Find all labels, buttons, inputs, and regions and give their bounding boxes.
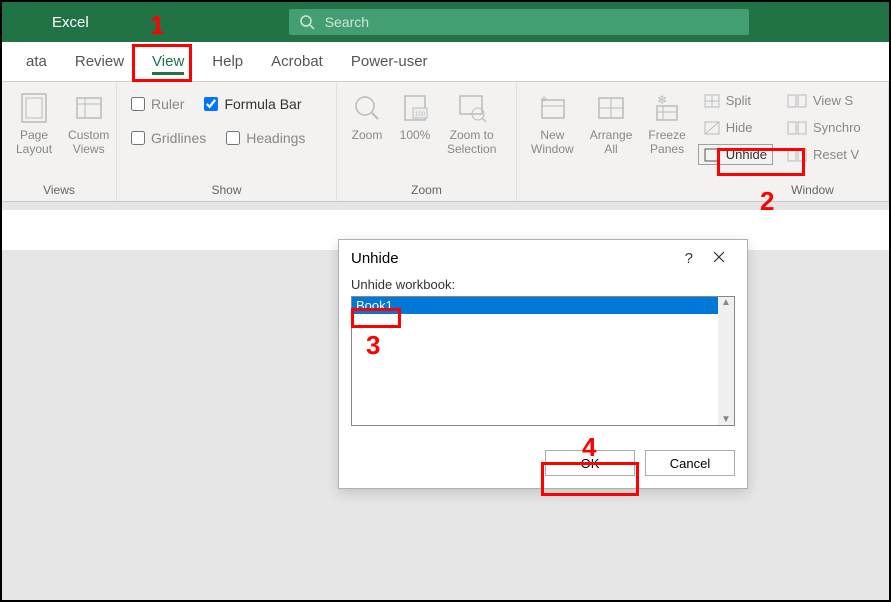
title-bar: Excel Search: [2, 2, 889, 42]
reset-button[interactable]: Reset V: [781, 144, 867, 165]
tab-acrobat[interactable]: Acrobat: [257, 42, 337, 81]
view-side-button[interactable]: View S: [781, 90, 867, 111]
formula-bar-label: Formula Bar: [224, 96, 301, 112]
arrange-all-icon: [595, 90, 627, 126]
zoom-button[interactable]: Zoom: [345, 86, 389, 146]
search-placeholder: Search: [325, 14, 369, 30]
reset-icon: [787, 148, 807, 162]
new-window-label: New Window: [531, 128, 574, 157]
workbook-listbox[interactable]: Book1 ▲ ▼: [351, 296, 735, 426]
freeze-panes-button[interactable]: ❄ Freeze Panes: [642, 86, 691, 161]
headings-label: Headings: [246, 130, 305, 146]
zoom-selection-icon: [456, 90, 488, 126]
hide-icon: [704, 121, 720, 135]
ruler-check-input[interactable]: [131, 97, 145, 111]
dialog-title: Unhide: [351, 250, 675, 267]
unhide-dialog: Unhide ? Unhide workbook: Book1 ▲ ▼ OK C…: [338, 239, 748, 489]
freeze-panes-label: Freeze Panes: [648, 128, 685, 157]
search-box[interactable]: Search: [289, 9, 749, 35]
listbox-scrollbar[interactable]: ▲ ▼: [718, 297, 734, 425]
cancel-button[interactable]: Cancel: [645, 450, 735, 476]
page-layout-label: Page Layout: [16, 128, 52, 157]
ruler-label: Ruler: [151, 96, 184, 112]
group-views-label: Views: [10, 183, 108, 201]
dialog-help-button[interactable]: ?: [675, 250, 703, 267]
unhide-workbook-label: Unhide workbook:: [351, 277, 735, 292]
group-window: New Window Arrange All ❄ Freeze Panes Sp…: [517, 82, 889, 201]
zoom-label: Zoom: [352, 128, 383, 142]
synchro-icon: [787, 121, 807, 135]
freeze-panes-icon: ❄: [651, 90, 683, 126]
hide-label: Hide: [726, 120, 753, 135]
custom-views-icon: [73, 90, 105, 126]
group-show-label: Show: [125, 183, 328, 201]
tab-poweruser[interactable]: Power-user: [337, 42, 442, 81]
view-side-label: View S: [813, 93, 853, 108]
ruler-checkbox[interactable]: Ruler: [125, 92, 190, 116]
group-show: Ruler Formula Bar Gridlines Headings Sho…: [117, 82, 337, 201]
custom-views-button[interactable]: Custom Views: [62, 86, 115, 161]
new-window-icon: [536, 90, 568, 126]
headings-check-input[interactable]: [226, 131, 240, 145]
formula-bar-check-input[interactable]: [204, 97, 218, 111]
custom-views-label: Custom Views: [68, 128, 109, 157]
svg-text:❄: ❄: [657, 93, 667, 107]
zoom-selection-button[interactable]: Zoom to Selection: [441, 86, 502, 161]
scroll-down-icon[interactable]: ▼: [721, 414, 731, 425]
group-zoom: Zoom 100 100% Zoom to Selection Zoom: [337, 82, 517, 201]
ribbon-tabs: ata Review View Help Acrobat Power-user: [2, 42, 889, 82]
hide-button[interactable]: Hide: [698, 117, 773, 138]
zoom-icon: [351, 90, 383, 126]
headings-checkbox[interactable]: Headings: [220, 126, 311, 150]
page-layout-button[interactable]: Page Layout: [10, 86, 58, 161]
tab-data[interactable]: ata: [12, 42, 61, 81]
new-window-button[interactable]: New Window: [525, 86, 580, 161]
split-label: Split: [726, 93, 751, 108]
search-icon: [299, 14, 315, 30]
ribbon-body: Page Layout Custom Views Views Ruler For…: [2, 82, 889, 202]
group-zoom-label: Zoom: [345, 183, 508, 201]
tab-review[interactable]: Review: [61, 42, 138, 81]
dialog-buttons: OK Cancel: [339, 438, 747, 488]
zoom-100-button[interactable]: 100 100%: [393, 86, 437, 146]
arrange-all-button[interactable]: Arrange All: [584, 86, 639, 161]
gridlines-check-input[interactable]: [131, 131, 145, 145]
unhide-icon: [704, 148, 720, 162]
group-window-label: Window: [525, 183, 880, 201]
dialog-close-button[interactable]: [703, 250, 735, 267]
split-icon: [704, 94, 720, 108]
unhide-button[interactable]: Unhide: [698, 144, 773, 165]
tab-help[interactable]: Help: [198, 42, 257, 81]
listbox-item-book1[interactable]: Book1: [352, 297, 718, 314]
scroll-up-icon[interactable]: ▲: [721, 297, 731, 308]
page-layout-icon: [18, 90, 50, 126]
gridlines-label: Gridlines: [151, 130, 206, 146]
split-button[interactable]: Split: [698, 90, 773, 111]
svg-text:100: 100: [415, 112, 426, 118]
zoom-100-label: 100%: [400, 128, 431, 142]
zoom-100-icon: 100: [399, 90, 431, 126]
zoom-selection-label: Zoom to Selection: [447, 128, 496, 157]
synchro-label: Synchro: [813, 120, 861, 135]
gridlines-checkbox[interactable]: Gridlines: [125, 126, 212, 150]
group-views: Page Layout Custom Views Views: [2, 82, 117, 201]
formula-bar-checkbox[interactable]: Formula Bar: [198, 92, 307, 116]
unhide-label: Unhide: [726, 147, 767, 162]
view-side-icon: [787, 94, 807, 108]
tab-view[interactable]: View: [138, 42, 198, 81]
reset-label: Reset V: [813, 147, 859, 162]
dialog-body: Unhide workbook: Book1 ▲ ▼: [339, 277, 747, 438]
ok-button[interactable]: OK: [545, 450, 635, 476]
app-name: Excel: [52, 14, 89, 31]
dialog-titlebar: Unhide ?: [339, 240, 747, 277]
close-icon: [713, 251, 725, 263]
synchro-button[interactable]: Synchro: [781, 117, 867, 138]
arrange-all-label: Arrange All: [590, 128, 633, 157]
